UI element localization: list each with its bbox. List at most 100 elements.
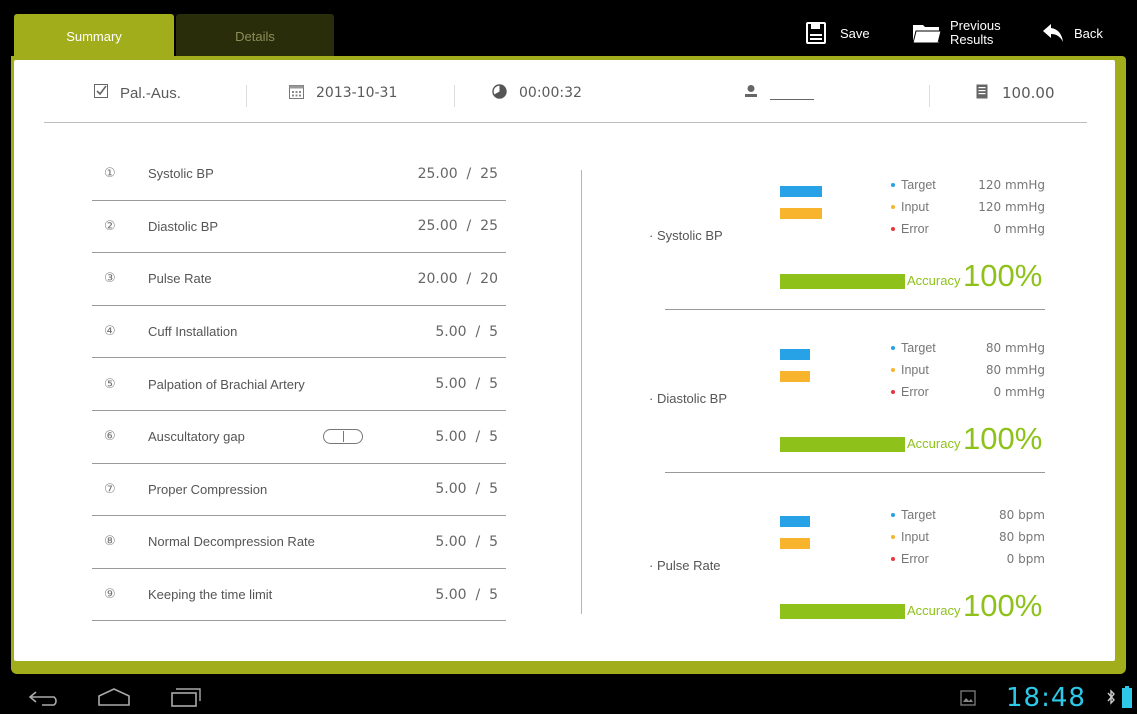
- user-blank: [770, 98, 814, 100]
- total-text: 100.00: [1002, 84, 1055, 102]
- input-bar: [780, 538, 810, 549]
- user-item: [744, 83, 826, 103]
- input-bar: [780, 371, 810, 382]
- error-legend: Error: [891, 222, 929, 236]
- item-number: ⑥: [104, 429, 116, 445]
- back-arrow-icon: [1042, 23, 1064, 43]
- target-bar: [780, 186, 822, 197]
- elapsed-text: 00:00:32: [519, 85, 582, 101]
- top-bar: Summary Details Save Previous Results Ba…: [0, 0, 1137, 58]
- item-number: ①: [104, 166, 116, 182]
- error-legend: Error: [891, 552, 929, 566]
- auscultatory-gap-toggle[interactable]: [323, 429, 363, 445]
- item-name: Diastolic BP: [148, 218, 219, 234]
- target-value: 80 bpm: [998, 508, 1045, 522]
- back-button[interactable]: Back: [1042, 14, 1103, 52]
- accuracy-bar: [780, 437, 905, 452]
- item-number: ②: [104, 218, 116, 234]
- input-value: 80 bpm: [998, 530, 1045, 544]
- list-item: ② Diastolic BP 25.00 / 25: [92, 201, 506, 254]
- item-name: Palpation of Brachial Artery: [148, 376, 305, 392]
- accuracy-value: 100%: [963, 421, 1043, 456]
- list-item: ④ Cuff Installation 5.00 / 5: [92, 306, 506, 359]
- mode-item: Pal.-Aus.: [94, 83, 181, 103]
- elapsed-item: 00:00:32: [492, 83, 582, 103]
- item-name: Pulse Rate: [148, 271, 212, 287]
- list-item: ⑨ Keeping the time limit 5.00 / 5: [92, 569, 506, 622]
- previous-results-label: Previous Results: [950, 18, 1001, 47]
- info-divider: [246, 85, 247, 107]
- target-legend: Target: [891, 341, 936, 355]
- list-item: ⑤ Palpation of Brachial Artery 5.00 / 5: [92, 358, 506, 411]
- accuracy-label: Accuracy: [907, 603, 961, 618]
- error-value: 0 mmHg: [993, 222, 1045, 236]
- item-score: 20.00 / 20: [417, 270, 498, 287]
- save-icon: [806, 22, 826, 44]
- item-score: 5.00 / 5: [435, 428, 498, 445]
- error-value: 0 bpm: [1006, 552, 1045, 566]
- list-item: ③ Pulse Rate 20.00 / 20: [92, 253, 506, 306]
- previous-results-button[interactable]: Previous Results: [912, 14, 1020, 52]
- accuracy-bar: [780, 274, 905, 289]
- target-value: 80 mmHg: [985, 341, 1045, 355]
- item-name: Systolic BP: [148, 166, 214, 182]
- error-legend: Error: [891, 385, 929, 399]
- result-systolic: · Systolic BP Target Input Error 120 mmH…: [609, 170, 1045, 310]
- item-score: 5.00 / 5: [435, 323, 498, 340]
- input-bar: [780, 208, 822, 219]
- list-item: ⑦ Proper Compression 5.00 / 5: [92, 464, 506, 517]
- target-legend: Target: [891, 178, 936, 192]
- criteria-list: ① Systolic BP 25.00 / 25 ② Diastolic BP …: [92, 148, 506, 622]
- item-score: 5.00 / 5: [435, 586, 498, 603]
- result-pulse: · Pulse Rate Target Input Error 80 bpm 8…: [609, 500, 1045, 640]
- checkbox-icon: [94, 84, 108, 102]
- item-name: Normal Decompression Rate: [148, 534, 315, 550]
- tab-details[interactable]: Details: [176, 14, 334, 58]
- user-icon: [744, 84, 758, 102]
- back-label: Back: [1074, 25, 1103, 41]
- summary-panel: Pal.-Aus. 2013-10-31 00:00:32 100.00 ① S…: [14, 60, 1115, 661]
- accuracy-value: 100%: [963, 588, 1043, 623]
- result-title: · Pulse Rate: [649, 558, 721, 573]
- item-name: Auscultatory gap: [148, 429, 245, 445]
- accuracy-bar: [780, 604, 905, 619]
- total-item: 100.00: [976, 83, 1055, 103]
- result-divider: [665, 309, 1045, 310]
- accuracy-label: Accuracy: [907, 436, 961, 451]
- save-label: Save: [840, 25, 870, 41]
- item-name: Keeping the time limit: [148, 587, 273, 603]
- error-value: 0 mmHg: [993, 385, 1045, 399]
- result-divider: [665, 472, 1045, 473]
- item-number: ⑦: [104, 481, 116, 497]
- item-name: Cuff Installation: [148, 324, 238, 340]
- accuracy-label: Accuracy: [907, 273, 961, 288]
- item-score: 5.00 / 5: [435, 376, 498, 393]
- input-value: 80 mmHg: [985, 363, 1045, 377]
- list-item: ⑥ Auscultatory gap 5.00 / 5: [92, 411, 506, 464]
- clock-icon: [492, 83, 507, 103]
- info-row: Pal.-Aus. 2013-10-31 00:00:32 100.00: [14, 60, 1115, 122]
- input-value: 120 mmHg: [978, 200, 1045, 214]
- item-number: ③: [104, 271, 116, 287]
- input-legend: Input: [891, 200, 929, 214]
- result-title: · Systolic BP: [649, 228, 723, 243]
- item-name: Proper Compression: [148, 481, 268, 497]
- column-divider: [581, 170, 582, 614]
- tab-summary[interactable]: Summary: [14, 14, 174, 58]
- item-score: 5.00 / 5: [435, 481, 498, 498]
- calendar-icon: [289, 84, 304, 103]
- item-score: 5.00 / 5: [435, 533, 498, 550]
- target-bar: [780, 349, 810, 360]
- save-button[interactable]: Save: [806, 14, 870, 52]
- list-item: ① Systolic BP 25.00 / 25: [92, 148, 506, 201]
- system-bar: 18:48: [0, 680, 1137, 714]
- date-text: 2013-10-31: [316, 85, 398, 101]
- info-divider: [454, 85, 455, 107]
- input-legend: Input: [891, 530, 929, 544]
- target-legend: Target: [891, 508, 936, 522]
- mode-text: Pal.-Aus.: [120, 84, 181, 102]
- info-rule: [44, 122, 1087, 123]
- result-title: · Diastolic BP: [649, 391, 728, 406]
- target-value: 120 mmHg: [978, 178, 1045, 192]
- item-number: ④: [104, 324, 116, 340]
